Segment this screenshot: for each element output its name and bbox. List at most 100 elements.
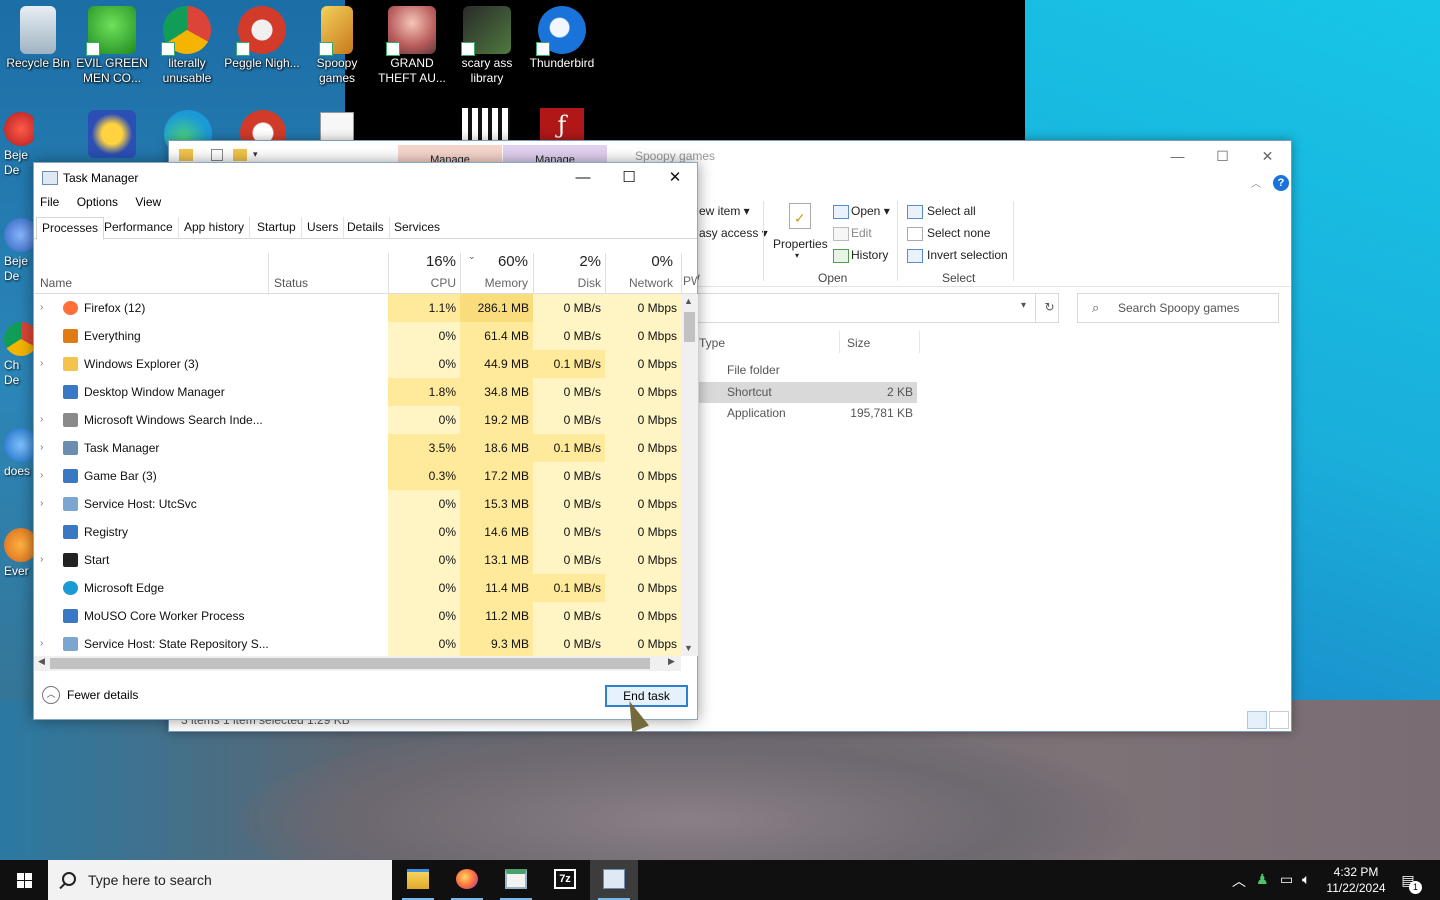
maximize-button[interactable]: ☐: [1200, 141, 1245, 171]
new-item-button[interactable]: ew item ▾: [699, 204, 750, 218]
process-row[interactable]: › Microsoft Windows Search Inde... 0% 19.2 …: [34, 406, 681, 434]
file-row[interactable]: Application 195,781 KB: [699, 403, 917, 424]
process-row[interactable]: Registry 0% 14.6 MB 0 MB/s 0 Mbps: [34, 518, 681, 546]
close-button[interactable]: ✕: [1245, 141, 1290, 171]
column-network[interactable]: Network: [605, 276, 673, 290]
properties-button[interactable]: Properties: [773, 237, 828, 251]
column-size[interactable]: Size: [847, 336, 870, 350]
menu-view[interactable]: View: [135, 195, 161, 209]
system-clock[interactable]: 4:32 PM 11/22/2024: [1320, 864, 1392, 896]
process-row[interactable]: › Service Host: UtcSvc 0% 15.3 MB 0 MB/s 0 Mb…: [34, 490, 681, 518]
cpu-total[interactable]: 16%: [388, 253, 456, 270]
tab-startup[interactable]: Startup: [252, 217, 302, 239]
chevron-up-icon[interactable]: ︿: [42, 686, 60, 704]
show-hidden-icons[interactable]: ︿: [1232, 871, 1246, 891]
taskbar-file-explorer[interactable]: [394, 860, 442, 900]
tab-processes[interactable]: Processes: [36, 217, 105, 240]
address-bar[interactable]: ▾: [689, 293, 1059, 323]
process-row[interactable]: › Windows Explorer (3) 0% 44.9 MB 0.1 MB/s 0 …: [34, 350, 681, 378]
flash-icon[interactable]: ƒ: [540, 108, 584, 142]
disk-total[interactable]: 2%: [533, 253, 601, 270]
ribbon-collapse-icon[interactable]: ︿: [1251, 175, 1261, 190]
task-manager-titlebar[interactable]: Task Manager — ☐ ✕: [34, 163, 697, 192]
task-manager-window[interactable]: Task Manager — ☐ ✕ File Options View Pro…: [33, 162, 698, 720]
taskbar-task-manager[interactable]: [590, 860, 638, 900]
process-row[interactable]: › Game Bar (3) 0.3% 17.2 MB 0 MB/s 0 Mbps: [34, 462, 681, 490]
chevron-down-icon[interactable]: ▾: [253, 149, 258, 160]
desktop-icon-scary-library[interactable]: scary ass library: [449, 2, 525, 86]
side-icon-everything[interactable]: Ever: [4, 528, 34, 579]
tab-services[interactable]: Services: [389, 217, 445, 239]
history-button[interactable]: History: [851, 248, 888, 262]
desktop-icon-evil-green-men[interactable]: EVIL GREEN MEN CO...: [74, 2, 150, 86]
open-button[interactable]: Open ▾: [851, 204, 890, 218]
desktop-icon-recycle-bin[interactable]: Recycle Bin: [0, 2, 76, 71]
horizontal-scrollbar[interactable]: ◀ ▶: [34, 656, 681, 671]
volume-icon[interactable]: 🔈︎: [1302, 871, 1310, 888]
taskbar-notepad[interactable]: [492, 860, 540, 900]
chevron-down-icon[interactable]: ▾: [1021, 300, 1026, 311]
side-icon-chrome[interactable]: Ch De: [4, 322, 34, 388]
desktop-icon-peggle[interactable]: Peggle Nigh...: [224, 2, 300, 71]
network-icon[interactable]: ▭: [1280, 871, 1293, 888]
end-task-button[interactable]: End task: [605, 685, 688, 707]
fewer-details-link[interactable]: Fewer details: [67, 688, 138, 702]
select-all-button[interactable]: Select all: [927, 204, 976, 218]
easy-access-button[interactable]: asy access ▾: [699, 226, 768, 240]
scroll-thumb[interactable]: [50, 658, 650, 669]
large-icons-view-button[interactable]: [1269, 711, 1289, 729]
close-button[interactable]: ✕: [652, 163, 698, 192]
menu-options[interactable]: Options: [77, 195, 118, 209]
start-button[interactable]: [0, 860, 48, 900]
process-row[interactable]: MoUSO Core Worker Process 0% 11.2 MB 0 MB/s…: [34, 602, 681, 630]
column-name[interactable]: Name: [40, 276, 72, 290]
process-row[interactable]: › Start 0% 13.1 MB 0 MB/s 0 Mbps: [34, 546, 681, 574]
search-input[interactable]: ⌕ Search Spoopy games: [1077, 293, 1279, 323]
network-total[interactable]: 0%: [605, 253, 673, 270]
column-disk[interactable]: Disk: [533, 276, 601, 290]
refresh-button[interactable]: ↻: [1035, 293, 1063, 323]
expand-chevron-icon[interactable]: ›: [40, 358, 43, 369]
scroll-up-icon[interactable]: ▲: [684, 296, 693, 306]
minimize-button[interactable]: —: [1155, 141, 1200, 171]
menu-file[interactable]: File: [40, 195, 59, 209]
column-memory[interactable]: Memory: [460, 276, 528, 290]
maximize-button[interactable]: ☐: [606, 163, 652, 192]
process-row[interactable]: Everything 0% 61.4 MB 0 MB/s 0 Mbps: [34, 322, 681, 350]
select-none-button[interactable]: Select none: [927, 226, 990, 240]
column-type[interactable]: Type: [699, 336, 725, 350]
edit-button[interactable]: Edit: [851, 226, 872, 240]
details-view-button[interactable]: [1247, 711, 1267, 729]
chevron-down-icon[interactable]: ▾: [795, 251, 799, 260]
side-icon-does[interactable]: does: [4, 428, 34, 479]
tab-performance[interactable]: Performance: [99, 217, 179, 239]
expand-chevron-icon[interactable]: ›: [40, 498, 43, 509]
properties-qa-icon[interactable]: [211, 149, 223, 161]
scroll-thumb[interactable]: [684, 312, 695, 342]
expand-chevron-icon[interactable]: ›: [40, 554, 43, 565]
pixel-game-icon[interactable]: [462, 108, 510, 142]
tab-details[interactable]: Details: [342, 217, 390, 239]
taskbar-search-input[interactable]: Type here to search: [48, 860, 392, 900]
process-row[interactable]: Desktop Window Manager 1.8% 34.8 MB 0 MB/s 0…: [34, 378, 681, 406]
column-power-partial[interactable]: PW: [683, 274, 697, 288]
memory-total[interactable]: 60%: [460, 253, 528, 270]
minimize-button[interactable]: —: [560, 163, 606, 192]
file-row[interactable]: File folder: [699, 360, 917, 381]
people-icon[interactable]: ♟: [1256, 871, 1269, 888]
expand-chevron-icon[interactable]: ›: [40, 414, 43, 425]
tab-users[interactable]: Users: [302, 217, 345, 239]
scroll-down-icon[interactable]: ▼: [684, 643, 693, 653]
process-row[interactable]: › Task Manager 3.5% 18.6 MB 0.1 MB/s 0 Mbps: [34, 434, 681, 462]
process-row[interactable]: › Firefox (12) 1.1% 286.1 MB 0 MB/s 0 Mbps: [34, 294, 681, 322]
invert-selection-button[interactable]: Invert selection: [927, 248, 1008, 262]
file-row[interactable]: Shortcut 2 KB: [699, 382, 917, 403]
expand-chevron-icon[interactable]: ›: [40, 638, 43, 649]
desktop-icon-thunderbird[interactable]: Thunderbird: [524, 2, 600, 71]
notification-center-button[interactable]: ▤ 1: [1396, 868, 1422, 894]
mpl-icon[interactable]: [88, 110, 136, 158]
column-status[interactable]: Status: [274, 276, 308, 290]
side-icon-bejeweled-2[interactable]: Beje De: [4, 218, 34, 284]
process-row[interactable]: Microsoft Edge 0% 11.4 MB 0.1 MB/s 0 Mbps: [34, 574, 681, 602]
taskbar-firefox[interactable]: [443, 860, 491, 900]
